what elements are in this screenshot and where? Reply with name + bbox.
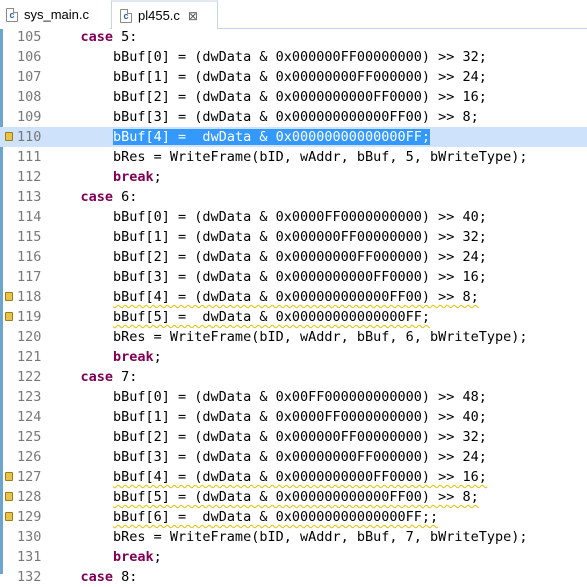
code-line[interactable]: 124 bBuf[1] = (dwData & 0x0000FF00000000… <box>0 407 587 427</box>
warning-marker-icon[interactable] <box>5 472 13 481</box>
code-text[interactable]: bBuf[2] = (dwData & 0x00000000FF000000) … <box>48 247 487 267</box>
code-text[interactable]: bBuf[3] = (dwData & 0x00000000FF000000) … <box>48 447 487 467</box>
code-text[interactable]: bBuf[5] = dwData & 0x00000000000000FF; <box>48 307 430 327</box>
line-number: 106 <box>17 49 42 65</box>
code-line[interactable]: 131 break; <box>0 547 587 567</box>
line-number: 110 <box>17 129 42 145</box>
code-line[interactable]: 109 bBuf[3] = (dwData & 0x000000000000FF… <box>0 107 587 127</box>
code-line[interactable]: 125 bBuf[2] = (dwData & 0x000000FF000000… <box>0 427 587 447</box>
line-number: 126 <box>17 449 42 465</box>
code-line[interactable]: 132 case 8: <box>0 567 587 587</box>
tab-pl455[interactable]: c pl455.c ⊠ <box>111 0 218 29</box>
line-number: 108 <box>17 89 42 105</box>
code-line[interactable]: 130 bRes = WriteFrame(bID, wAddr, bBuf, … <box>0 527 587 547</box>
code-text[interactable]: bBuf[0] = (dwData & 0x0000FF0000000000) … <box>48 207 487 227</box>
code-text[interactable]: bBuf[6] = dwData & 0x00000000000000FF;; <box>48 507 438 527</box>
editor-tab-bar: c sys_main.c c pl455.c ⊠ <box>0 0 587 29</box>
code-line[interactable]: 105 case 5: <box>0 27 587 47</box>
line-number: 119 <box>17 309 42 325</box>
code-text[interactable]: case 8: <box>48 567 138 587</box>
line-number: 122 <box>17 369 42 385</box>
line-number: 128 <box>17 489 42 505</box>
close-icon[interactable]: ⊠ <box>188 9 198 23</box>
code-text[interactable]: bBuf[4] = (dwData & 0x000000000000FF00) … <box>48 287 479 307</box>
code-line[interactable]: 119 bBuf[5] = dwData & 0x00000000000000F… <box>0 307 587 327</box>
code-line[interactable]: 126 bBuf[3] = (dwData & 0x00000000FF0000… <box>0 447 587 467</box>
c-file-icon: c <box>120 8 132 23</box>
line-number: 130 <box>17 529 42 545</box>
code-line[interactable]: 117 bBuf[3] = (dwData & 0x0000000000FF00… <box>0 267 587 287</box>
warning-marker-icon[interactable] <box>5 492 13 501</box>
line-number: 120 <box>17 329 42 345</box>
line-number: 111 <box>17 149 42 165</box>
code-line[interactable]: 108 bBuf[2] = (dwData & 0x0000000000FF00… <box>0 87 587 107</box>
code-line[interactable]: 111 bRes = WriteFrame(bID, wAddr, bBuf, … <box>0 147 587 167</box>
line-number: 107 <box>17 69 42 85</box>
tab-label: sys_main.c <box>24 7 90 22</box>
code-text[interactable]: bRes = WriteFrame(bID, wAddr, bBuf, 6, b… <box>48 327 528 347</box>
line-number: 129 <box>17 509 42 525</box>
code-text[interactable]: case 6: <box>48 187 138 207</box>
code-line[interactable]: 122 case 7: <box>0 367 587 387</box>
code-line[interactable]: 112 break; <box>0 167 587 187</box>
code-text[interactable]: break; <box>48 347 162 367</box>
line-number: 105 <box>17 29 42 45</box>
code-line[interactable]: 121 break; <box>0 347 587 367</box>
code-text[interactable]: bBuf[2] = (dwData & 0x000000FF00000000) … <box>48 427 487 447</box>
code-text[interactable]: case 5: <box>48 27 138 47</box>
warning-marker-icon[interactable] <box>5 312 13 321</box>
code-line[interactable]: 113 case 6: <box>0 187 587 207</box>
code-text[interactable]: bBuf[4] = (dwData & 0x0000000000FF0000) … <box>48 467 487 487</box>
code-line[interactable]: 115 bBuf[1] = (dwData & 0x000000FF000000… <box>0 227 587 247</box>
code-text[interactable]: bBuf[1] = (dwData & 0x000000FF00000000) … <box>48 227 487 247</box>
code-line[interactable]: 118 bBuf[4] = (dwData & 0x000000000000FF… <box>0 287 587 307</box>
code-text[interactable]: break; <box>48 167 162 187</box>
line-number: 131 <box>17 549 42 565</box>
line-number: 117 <box>17 269 42 285</box>
code-text[interactable]: bBuf[1] = (dwData & 0x00000000FF000000) … <box>48 67 487 87</box>
code-line[interactable]: 129 bBuf[6] = dwData & 0x00000000000000F… <box>0 507 587 527</box>
code-text[interactable]: bBuf[0] = (dwData & 0x000000FF00000000) … <box>48 47 487 67</box>
code-text[interactable]: bBuf[3] = (dwData & 0x0000000000FF0000) … <box>48 267 487 287</box>
tab-sys-main[interactable]: c sys_main.c <box>0 0 110 29</box>
line-number: 124 <box>17 409 42 425</box>
line-number: 127 <box>17 469 42 485</box>
line-number: 114 <box>17 209 42 225</box>
code-line[interactable]: 107 bBuf[1] = (dwData & 0x00000000FF0000… <box>0 67 587 87</box>
warning-marker-icon[interactable] <box>5 132 13 141</box>
code-line[interactable]: 128 bBuf[5] = (dwData & 0x000000000000FF… <box>0 487 587 507</box>
warning-marker-icon[interactable] <box>5 512 13 521</box>
code-line[interactable]: 106 bBuf[0] = (dwData & 0x000000FF000000… <box>0 47 587 67</box>
code-text[interactable]: bBuf[2] = (dwData & 0x0000000000FF0000) … <box>48 87 487 107</box>
code-line[interactable]: 116 bBuf[2] = (dwData & 0x00000000FF0000… <box>0 247 587 267</box>
code-text[interactable]: bBuf[1] = (dwData & 0x0000FF0000000000) … <box>48 407 487 427</box>
code-editor[interactable]: 105 case 5: 106 bBuf[0] = (dwData & 0x000… <box>0 27 587 585</box>
code-line[interactable]: 114 bBuf[0] = (dwData & 0x0000FF00000000… <box>0 207 587 227</box>
line-number: 112 <box>17 169 42 185</box>
code-text[interactable]: bRes = WriteFrame(bID, wAddr, bBuf, 5, b… <box>48 147 528 167</box>
line-number: 121 <box>17 349 42 365</box>
line-number: 116 <box>17 249 42 265</box>
code-line[interactable]: 127 bBuf[4] = (dwData & 0x0000000000FF00… <box>0 467 587 487</box>
code-text[interactable]: bBuf[4] = dwData & 0x00000000000000FF; <box>48 127 431 147</box>
code-text[interactable]: bRes = WriteFrame(bID, wAddr, bBuf, 7, b… <box>48 527 528 547</box>
code-text[interactable]: bBuf[0] = (dwData & 0x00FF000000000000) … <box>48 387 487 407</box>
code-text[interactable]: bBuf[5] = (dwData & 0x000000000000FF00) … <box>48 487 479 507</box>
line-number: 123 <box>17 389 42 405</box>
code-line[interactable]: 110 bBuf[4] = dwData & 0x00000000000000F… <box>0 127 587 147</box>
code-text[interactable]: case 7: <box>48 367 138 387</box>
tab-label: pl455.c <box>138 8 180 23</box>
code-line[interactable]: 123 bBuf[0] = (dwData & 0x00FF0000000000… <box>0 387 587 407</box>
line-number: 113 <box>17 189 42 205</box>
line-number: 109 <box>17 109 42 125</box>
code-text[interactable]: break; <box>48 547 162 567</box>
line-number: 118 <box>17 289 42 305</box>
code-line[interactable]: 120 bRes = WriteFrame(bID, wAddr, bBuf, … <box>0 327 587 347</box>
line-number: 115 <box>17 229 42 245</box>
line-number: 132 <box>17 569 42 585</box>
line-number: 125 <box>17 429 42 445</box>
c-file-icon: c <box>6 7 18 22</box>
warning-marker-icon[interactable] <box>5 292 13 301</box>
code-text[interactable]: bBuf[3] = (dwData & 0x000000000000FF00) … <box>48 107 479 127</box>
